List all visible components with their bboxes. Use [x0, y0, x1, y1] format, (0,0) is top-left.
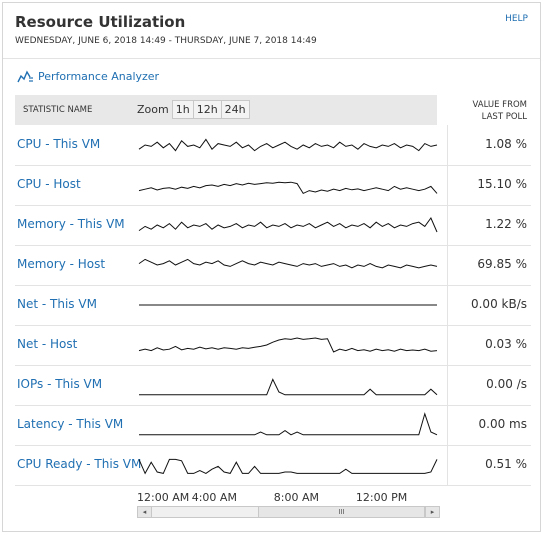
statistic-link[interactable]: IOPs - This VM — [17, 377, 102, 391]
last-poll-value: 1.22 % — [485, 217, 527, 231]
page-title: Resource Utilization — [15, 13, 186, 31]
sparkline — [139, 412, 438, 436]
statistic-link[interactable]: Net - Host — [17, 337, 77, 351]
statistic-name-header: STATISTIC NAME — [23, 105, 93, 115]
axis-tick-label: 8:00 AM — [273, 491, 320, 504]
sparkline-series — [139, 412, 438, 436]
zoom-24h-button[interactable]: 24h — [220, 100, 250, 119]
statistic-link[interactable]: Memory - Host — [17, 257, 105, 271]
sparkline-series — [138, 258, 438, 269]
sparkline — [139, 304, 437, 306]
date-range: WEDNESDAY, JUNE 6, 2018 14:49 - THURSDAY… — [15, 36, 317, 46]
statistic-link[interactable]: Memory - This VM — [17, 217, 125, 231]
time-scrollbar[interactable]: ◂ III ▸ — [137, 506, 440, 518]
statistic-link[interactable]: Net - This VM — [17, 297, 97, 311]
performance-analyzer-label: Performance Analyzer — [38, 70, 160, 83]
statistic-link[interactable]: CPU Ready - This VM — [17, 457, 141, 471]
column-divider — [447, 405, 448, 445]
statistic-link[interactable]: CPU - Host — [17, 177, 81, 191]
table-header: STATISTIC NAME Zoom 1h 12h 24h — [15, 95, 437, 125]
last-poll-value: 0.51 % — [485, 457, 527, 471]
zoom-controls: Zoom 1h 12h 24h — [137, 100, 250, 119]
table-row: IOPs - This VM 0.00 /s — [15, 365, 531, 406]
column-divider — [447, 245, 448, 285]
sparkline-series — [138, 216, 438, 233]
zoom-label: Zoom — [137, 103, 169, 116]
table-row: Latency - This VM 0.00 ms — [15, 405, 531, 446]
value-header: VALUE FROM LAST POLL — [447, 95, 531, 125]
last-poll-value: 69.85 % — [477, 257, 527, 271]
last-poll-value: 0.00 /s — [486, 377, 527, 391]
axis-tick-label: 12:00 PM — [355, 491, 408, 504]
column-divider — [447, 445, 448, 485]
statistic-link[interactable]: CPU - This VM — [17, 137, 100, 151]
column-divider — [447, 325, 448, 365]
sparkline — [138, 138, 438, 152]
value-header-label: VALUE FROM LAST POLL — [447, 99, 527, 123]
column-divider — [447, 285, 448, 325]
time-axis: 12:00 AM 4:00 AM 8:00 AM 12:00 PM — [137, 491, 441, 505]
sparkline-series — [138, 181, 438, 195]
last-poll-value: 0.00 kB/s — [470, 297, 527, 311]
sparkline — [138, 181, 438, 195]
table-row: Net - This VM 0.00 kB/s — [15, 285, 531, 326]
sparkline — [138, 458, 438, 475]
sparkline-series — [138, 337, 438, 353]
column-divider — [447, 165, 448, 205]
last-poll-value: 1.08 % — [485, 137, 527, 151]
value-header-line2: LAST POLL — [481, 112, 527, 122]
sparkline-series — [138, 458, 438, 475]
last-poll-value: 0.03 % — [485, 337, 527, 351]
sparkline — [138, 216, 438, 233]
resource-utilization-panel: Resource Utilization WEDNESDAY, JUNE 6, … — [2, 2, 541, 532]
axis-tick-label: 12:00 AM — [137, 491, 190, 504]
sparkline — [138, 258, 438, 269]
scroll-thumb[interactable]: III — [258, 507, 425, 517]
header-divider — [3, 58, 540, 59]
scroll-right-arrow-icon[interactable]: ▸ — [425, 507, 439, 517]
scroll-left-arrow-icon[interactable]: ◂ — [138, 507, 152, 517]
performance-analyzer-link[interactable]: Performance Analyzer — [17, 70, 159, 83]
sparkline — [138, 337, 438, 353]
value-header-line1: VALUE FROM — [472, 100, 527, 110]
column-divider — [447, 205, 448, 245]
zoom-1h-button[interactable]: 1h — [171, 100, 194, 119]
zoom-12h-button[interactable]: 12h — [192, 100, 222, 119]
last-poll-value: 15.10 % — [477, 177, 527, 191]
sparkline — [139, 378, 438, 396]
table-row: CPU - This VM 1.08 % — [15, 125, 531, 166]
chart-icon — [17, 70, 34, 83]
column-divider — [447, 125, 448, 165]
table-row: Net - Host 0.03 % — [15, 325, 531, 366]
sparkline-series — [138, 138, 438, 152]
axis-tick-label: 4:00 AM — [191, 491, 237, 504]
statistic-link[interactable]: Latency - This VM — [17, 417, 123, 431]
table-row: Memory - This VM 1.22 % — [15, 205, 531, 246]
table-row: CPU - Host 15.10 % — [15, 165, 531, 206]
table-row: Memory - Host 69.85 % — [15, 245, 531, 286]
column-divider — [447, 365, 448, 405]
help-link[interactable]: HELP — [505, 14, 528, 24]
sparkline-series — [139, 378, 438, 396]
table-row: CPU Ready - This VM 0.51 % — [15, 445, 531, 486]
last-poll-value: 0.00 ms — [478, 417, 527, 431]
